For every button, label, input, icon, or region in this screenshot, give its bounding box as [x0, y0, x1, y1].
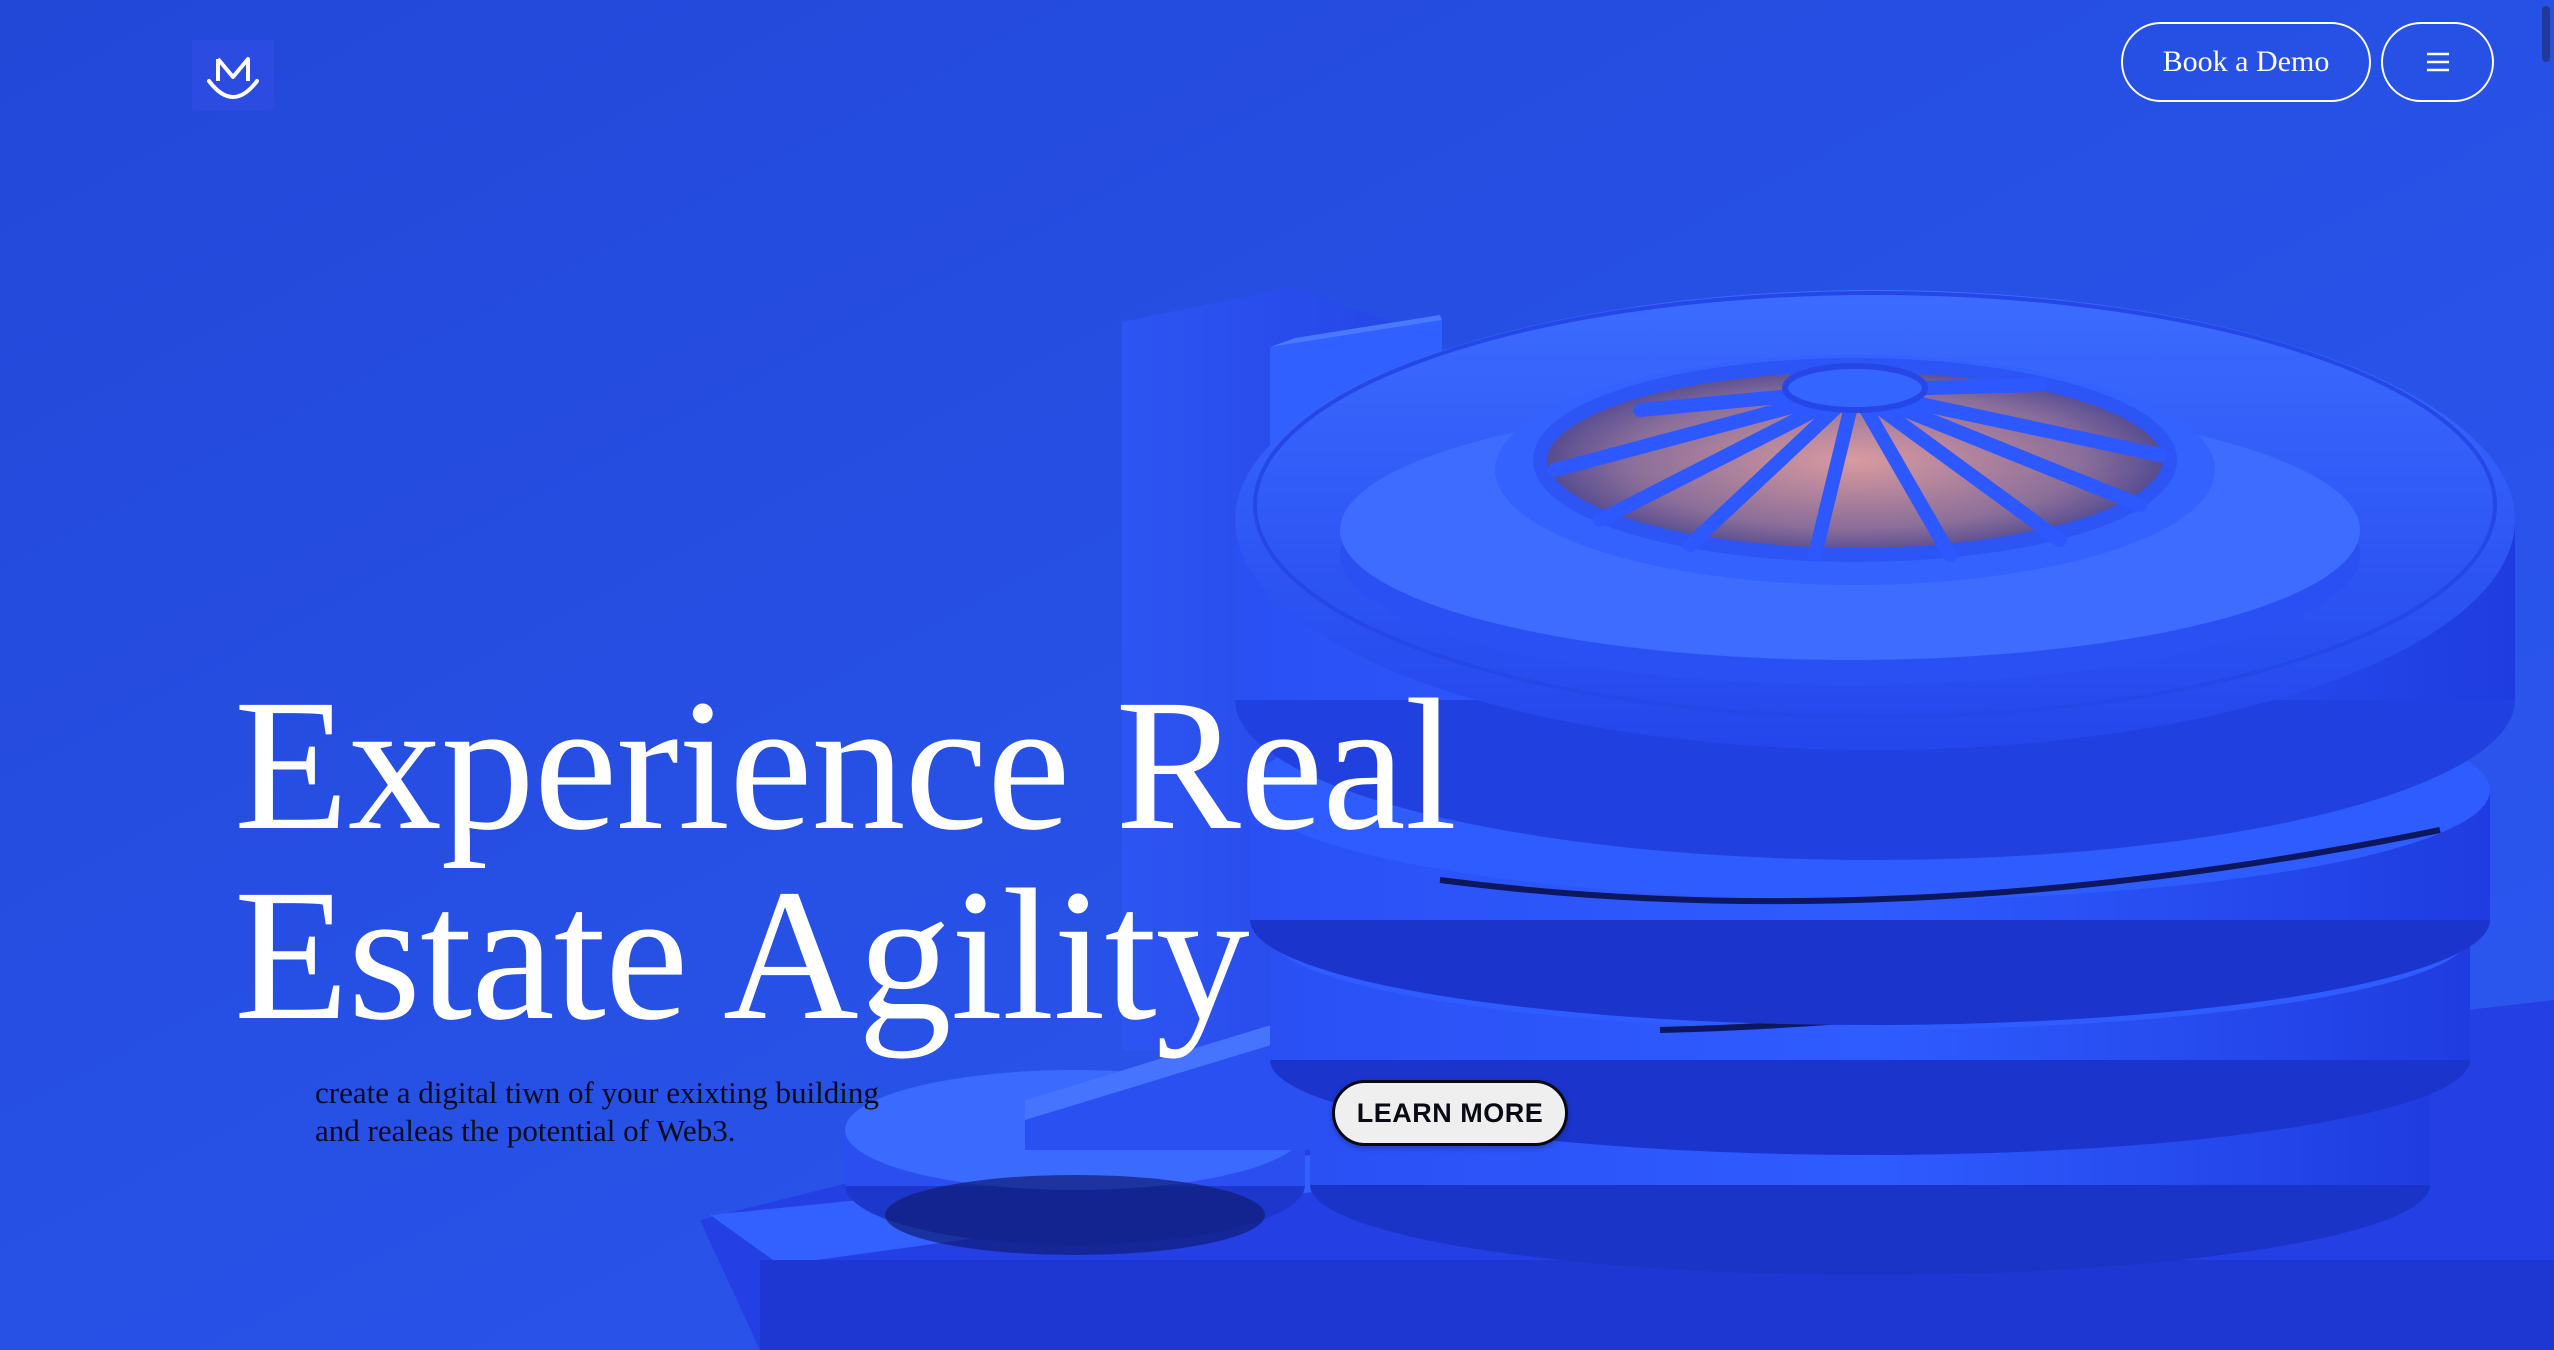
headline-line-1: Experience Real	[234, 660, 1457, 869]
subtitle-line-2: and realeas the potential of Web3.	[315, 1113, 736, 1148]
menu-button[interactable]	[2381, 22, 2494, 102]
headline-line-2: Estate Agility	[234, 850, 1250, 1059]
subtitle-line-1: create a digital tiwn of your exixting b…	[315, 1075, 879, 1110]
scrollbar-thumb[interactable]	[2542, 6, 2550, 62]
hamburger-menu-icon	[2426, 52, 2449, 72]
learn-more-label: LEARN MORE	[1356, 1097, 1544, 1128]
book-demo-label: Book a Demo	[2162, 45, 2330, 78]
hero-headline: Experience Real Estate Agility	[234, 660, 1457, 1059]
logo[interactable]	[192, 40, 274, 110]
landing-page: Book a Demo Experience Real Estate Agili…	[0, 0, 2554, 1350]
book-demo-button[interactable]: Book a Demo	[2121, 22, 2371, 102]
hero-subtitle: create a digital tiwn of your exixting b…	[315, 1074, 965, 1150]
page-scrollbar[interactable]	[2538, 0, 2554, 1350]
learn-more-button[interactable]: LEARN MORE	[1332, 1080, 1568, 1146]
m-crown-logo-icon	[207, 57, 259, 99]
